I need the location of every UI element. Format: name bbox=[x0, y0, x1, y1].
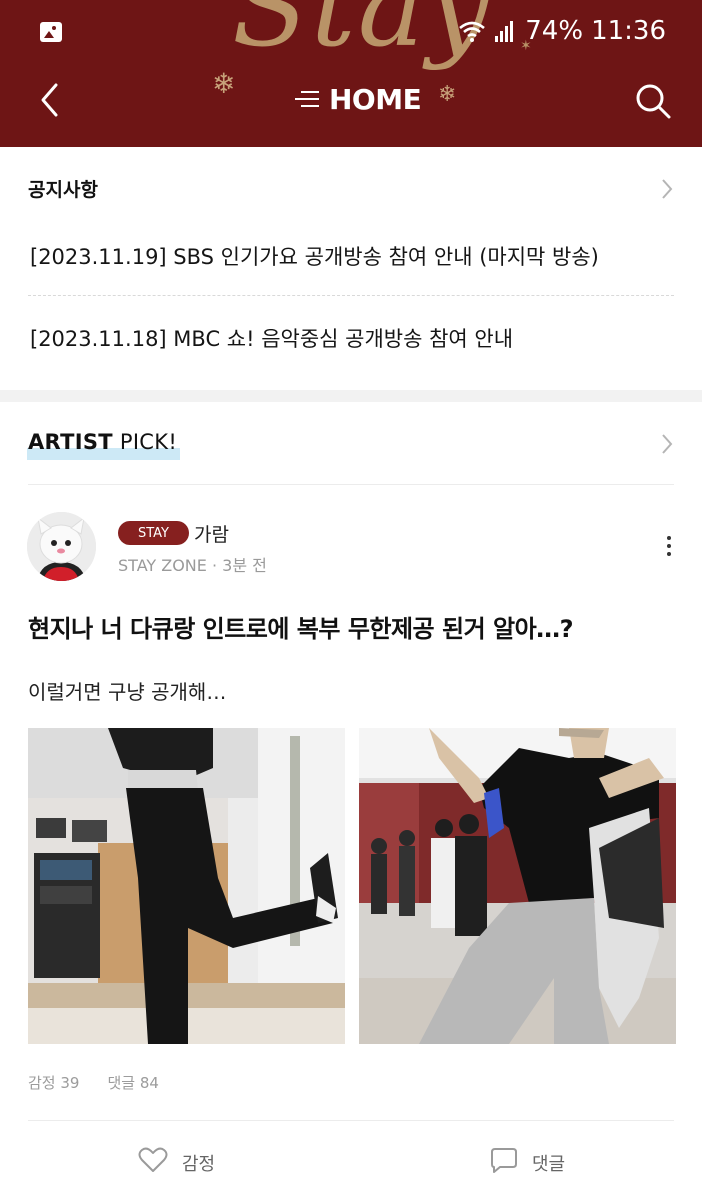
search-icon[interactable] bbox=[634, 82, 672, 120]
notice-section: 공지사항 [2023.11.19] SBS 인기가요 공개방송 참여 안내 (마… bbox=[0, 147, 702, 390]
app-header: Stay ✶ 74% 11:36 ❄ ❄ HOME bbox=[0, 0, 702, 147]
artist-pick-title-rest: PICK! bbox=[112, 430, 178, 454]
chevron-right-icon[interactable] bbox=[661, 178, 673, 200]
divider bbox=[28, 484, 674, 485]
artist-pick-section: ARTIST PICK! STAY 가람 STAY ZONE · 3분 전 현지… bbox=[0, 402, 702, 1200]
divider bbox=[28, 295, 674, 296]
clock: 11:36 bbox=[591, 16, 666, 46]
member-badge: STAY bbox=[118, 521, 189, 545]
post-body[interactable]: 이럴거면 구냥 공개해… bbox=[28, 676, 226, 705]
like-button[interactable]: 감정 bbox=[138, 1147, 215, 1178]
notice-title: 공지사항 bbox=[28, 179, 98, 201]
divider bbox=[28, 1120, 674, 1121]
notice-item[interactable]: [2023.11.18] MBC 쇼! 음악중심 공개방송 참여 안내 bbox=[30, 323, 513, 353]
snowflake-icon: ❄ bbox=[438, 82, 457, 107]
menu-lines-icon bbox=[295, 89, 319, 109]
home-menu-button[interactable]: HOME bbox=[295, 80, 422, 118]
board-name: STAY ZONE bbox=[118, 556, 207, 575]
like-label: 감정 bbox=[182, 1153, 216, 1175]
battery-level: 74% bbox=[525, 16, 584, 46]
artist-pick-title: ARTIST PICK! bbox=[28, 430, 177, 454]
comment-label: 댓글 bbox=[532, 1153, 566, 1175]
gallery-icon bbox=[40, 22, 62, 42]
signal-icon bbox=[495, 20, 517, 42]
meta-separator: · bbox=[211, 556, 223, 575]
snowflake-icon: ❄ bbox=[212, 67, 236, 100]
chevron-right-icon[interactable] bbox=[661, 433, 673, 455]
author-name[interactable]: 가람 bbox=[194, 520, 229, 547]
home-title: HOME bbox=[329, 82, 422, 116]
post-stats: 감정 39 댓글 84 bbox=[28, 1072, 159, 1093]
header-wordmark: Stay bbox=[232, 0, 492, 72]
time-ago: 3분 전 bbox=[222, 556, 267, 575]
post-title[interactable]: 현지나 너 다큐랑 인트로에 복부 무한제공 된거 알아…? bbox=[28, 609, 574, 644]
post-image[interactable] bbox=[359, 728, 676, 1044]
back-icon[interactable] bbox=[36, 80, 66, 120]
status-bar: 74% 11:36 bbox=[457, 16, 666, 46]
wifi-icon bbox=[457, 19, 487, 43]
comment-count: 댓글 84 bbox=[107, 1074, 159, 1092]
heart-icon bbox=[138, 1147, 168, 1178]
avatar[interactable] bbox=[27, 512, 96, 581]
post-meta: STAY ZONE · 3분 전 bbox=[118, 552, 267, 576]
artist-pick-title-bold: ARTIST bbox=[28, 430, 113, 454]
like-count: 감정 39 bbox=[28, 1074, 80, 1092]
more-vertical-icon[interactable] bbox=[667, 536, 673, 558]
comment-button[interactable]: 댓글 bbox=[490, 1147, 565, 1178]
comment-bubble-icon bbox=[490, 1147, 518, 1178]
post-image[interactable] bbox=[28, 728, 345, 1044]
notice-item[interactable]: [2023.11.19] SBS 인기가요 공개방송 참여 안내 (마지막 방송… bbox=[30, 241, 599, 271]
